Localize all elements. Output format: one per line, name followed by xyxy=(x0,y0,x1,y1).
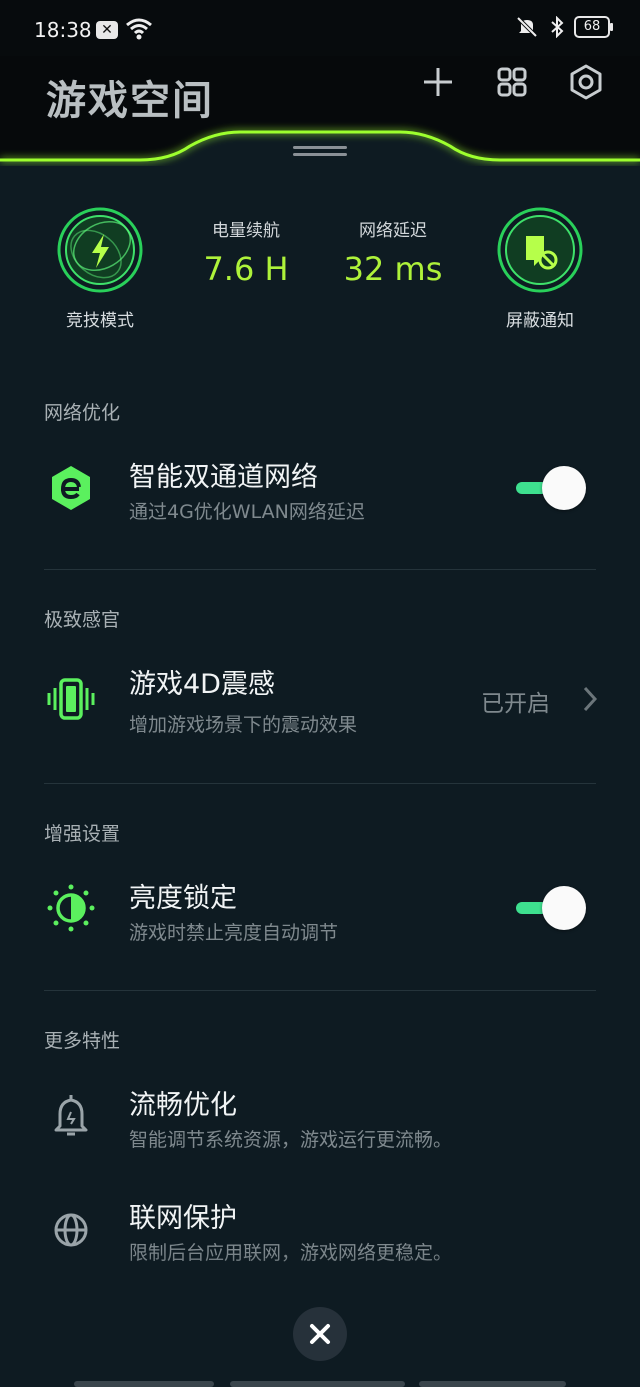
brightness-lock-toggle[interactable] xyxy=(516,886,586,930)
bottom-dock-peek xyxy=(74,1381,566,1387)
section-title-more: 更多特性 xyxy=(44,1030,121,1052)
grid-icon[interactable] xyxy=(492,62,532,102)
block-notification-button[interactable] xyxy=(496,206,584,294)
smooth-optimization-title[interactable]: 流畅优化 xyxy=(129,1083,237,1122)
brightness-lock-title: 亮度锁定 xyxy=(129,883,237,914)
wifi-icon xyxy=(126,18,152,40)
battery-life-label: 电量续航 xyxy=(212,221,280,241)
game-4d-vibration-title: 游戏4D震感 xyxy=(129,669,275,700)
toggle-knob xyxy=(542,466,586,510)
bluetooth-icon xyxy=(551,16,564,38)
latency-label: 网络延迟 xyxy=(359,221,427,241)
section-title-network: 网络优化 xyxy=(44,402,121,424)
status-time: 18:38 xyxy=(34,18,92,42)
game-4d-vibration-subtitle: 增加游戏场景下的震动效果 xyxy=(129,714,358,736)
game-4d-vibration-status[interactable]: 已开启 xyxy=(481,684,550,718)
chevron-right-icon[interactable] xyxy=(580,684,600,714)
block-notification-label: 屏蔽通知 xyxy=(506,311,574,331)
brightness-icon xyxy=(47,884,95,932)
dual-channel-network-subtitle: 通过4G优化WLAN网络延迟 xyxy=(129,501,365,523)
divider xyxy=(44,990,596,991)
dual-channel-network-toggle[interactable] xyxy=(516,466,586,510)
vibration-icon xyxy=(47,678,95,720)
brightness-lock-subtitle: 游戏时禁止亮度自动调节 xyxy=(129,922,339,944)
section-title-enhance: 增强设置 xyxy=(44,823,121,845)
toggle-knob xyxy=(542,886,586,930)
dual-channel-network-title: 智能双通道网络 xyxy=(129,462,318,493)
close-box-icon: ✕ xyxy=(96,21,118,39)
smooth-optimization-subtitle: 智能调节系统资源，游戏运行更流畅。 xyxy=(129,1129,453,1151)
close-icon xyxy=(310,1324,330,1344)
dual-channel-network-icon xyxy=(52,466,90,510)
latency-value: 32 ms xyxy=(343,250,443,288)
drag-handle[interactable] xyxy=(293,146,347,160)
divider xyxy=(44,569,596,570)
battery-icon: 68 xyxy=(574,16,613,38)
gear-icon[interactable] xyxy=(566,62,606,102)
smooth-optimization-icon xyxy=(54,1095,88,1136)
network-protection-title[interactable]: 联网保护 xyxy=(129,1196,237,1235)
divider xyxy=(44,783,596,784)
mute-vibrate-icon xyxy=(516,16,538,38)
competitive-mode-button[interactable] xyxy=(56,206,144,294)
page-title: 游戏空间 xyxy=(46,78,214,124)
section-title-senses: 极致感官 xyxy=(44,609,121,631)
plus-icon[interactable] xyxy=(418,62,458,102)
globe-icon xyxy=(54,1213,88,1247)
competitive-mode-label: 竞技模式 xyxy=(66,311,134,331)
close-button[interactable] xyxy=(293,1307,347,1361)
battery-life-value: 7.6 H xyxy=(203,250,289,288)
status-bar: 18:38 ✕ 68 xyxy=(0,0,640,56)
